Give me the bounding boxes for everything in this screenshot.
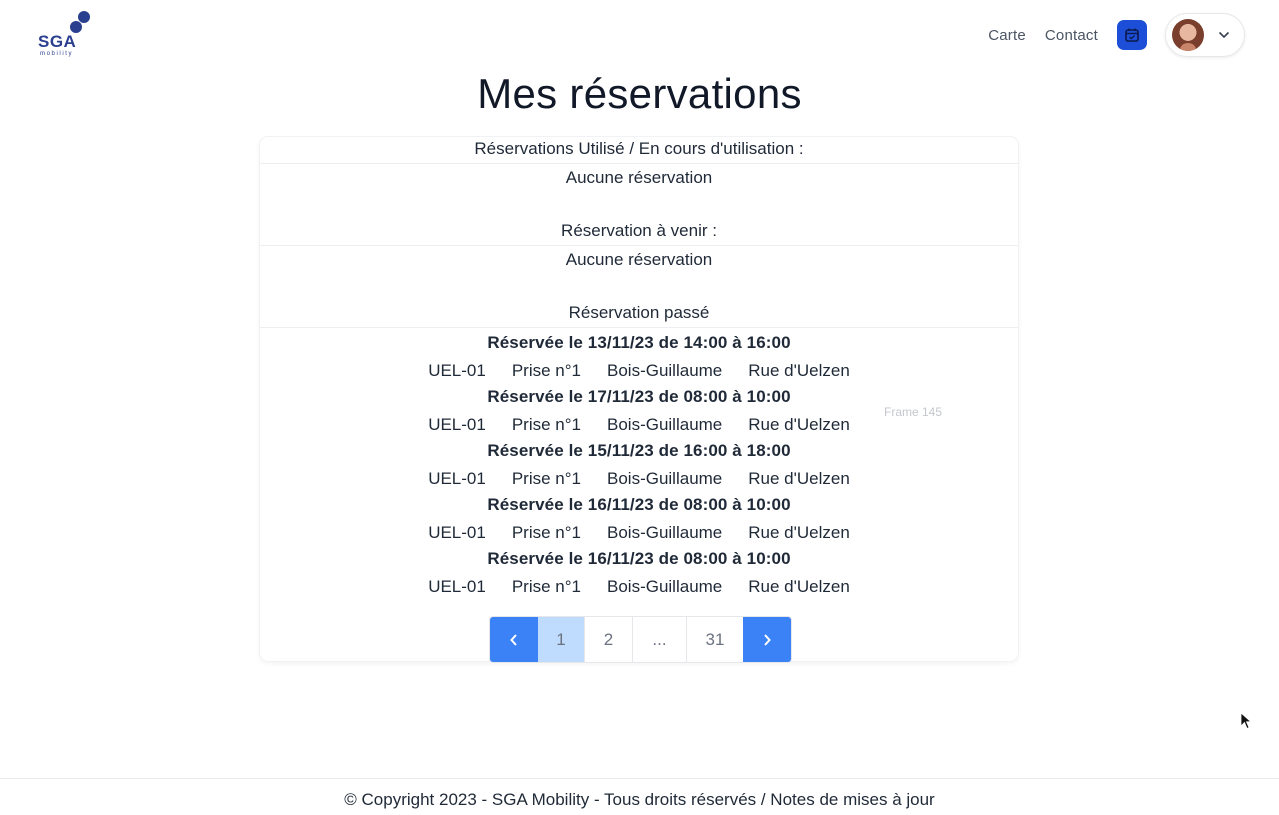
street: Rue d'Uelzen bbox=[748, 361, 850, 380]
street: Rue d'Uelzen bbox=[748, 577, 850, 596]
city: Bois-Guillaume bbox=[607, 577, 723, 596]
calendar-icon bbox=[1125, 28, 1139, 42]
avatar bbox=[1172, 19, 1204, 51]
logo-dots-icon bbox=[70, 11, 90, 33]
plug-number: Prise n°1 bbox=[511, 469, 581, 488]
section-heading-past: Réservation passé bbox=[568, 303, 710, 322]
city: Bois-Guillaume bbox=[607, 469, 723, 488]
sga-logo[interactable]: SGA mobility bbox=[38, 10, 94, 60]
station-code: UEL-01 bbox=[428, 523, 486, 542]
nav-link-carte[interactable]: Carte bbox=[988, 27, 1026, 44]
section-heading-in-use: Réservations Utilisé / En cours d'utilis… bbox=[474, 139, 804, 158]
plug-number: Prise n°1 bbox=[511, 415, 581, 434]
list-item[interactable]: Réservée le 15/11/23 de 16:00 à 18:00 UE… bbox=[260, 438, 1018, 492]
reservations-card: Réservations Utilisé / En cours d'utilis… bbox=[260, 137, 1018, 663]
pagination-page-1[interactable]: 1 bbox=[538, 617, 584, 662]
street: Rue d'Uelzen bbox=[748, 469, 850, 488]
street: Rue d'Uelzen bbox=[748, 523, 850, 542]
station-code: UEL-01 bbox=[428, 415, 486, 434]
reservation-info: UEL-01 Prise n°1 Bois-Guillaume Rue d'Ue… bbox=[260, 519, 1018, 546]
divider bbox=[260, 163, 1018, 164]
pagination: 1 2 ... 31 bbox=[489, 616, 792, 663]
plug-number: Prise n°1 bbox=[511, 361, 581, 380]
mouse-cursor-icon bbox=[1240, 712, 1252, 730]
footer-text: © Copyright 2023 - SGA Mobility - Tous d… bbox=[344, 790, 935, 809]
user-menu-button[interactable] bbox=[1165, 13, 1245, 57]
chevron-left-icon bbox=[510, 633, 517, 646]
page-title: Mes réservations bbox=[477, 70, 802, 117]
divider bbox=[260, 245, 1018, 246]
logo-text: SGA bbox=[38, 32, 77, 51]
list-item[interactable]: Réservée le 13/11/23 de 14:00 à 16:00 UE… bbox=[260, 330, 1018, 384]
footer-divider bbox=[0, 778, 1279, 779]
pagination-page-31[interactable]: 31 bbox=[686, 617, 743, 662]
station-code: UEL-01 bbox=[428, 361, 486, 380]
list-item[interactable]: Réservée le 16/11/23 de 08:00 à 10:00 UE… bbox=[260, 546, 1018, 600]
logo-subtext: mobility bbox=[40, 51, 74, 57]
plug-number: Prise n°1 bbox=[511, 523, 581, 542]
reservation-date: Réservée le 13/11/23 de 14:00 à 16:00 bbox=[487, 333, 791, 352]
list-item[interactable]: Réservée le 16/11/23 de 08:00 à 10:00 UE… bbox=[260, 492, 1018, 546]
chevron-right-icon bbox=[764, 633, 771, 646]
empty-in-use: Aucune réservation bbox=[565, 168, 713, 187]
station-code: UEL-01 bbox=[428, 577, 486, 596]
city: Bois-Guillaume bbox=[607, 415, 723, 434]
station-code: UEL-01 bbox=[428, 469, 486, 488]
pagination-page-2[interactable]: 2 bbox=[584, 617, 632, 662]
reservation-info: UEL-01 Prise n°1 Bois-Guillaume Rue d'Ue… bbox=[260, 357, 1018, 384]
reservation-info: UEL-01 Prise n°1 Bois-Guillaume Rue d'Ue… bbox=[260, 465, 1018, 492]
reservation-date: Réservée le 16/11/23 de 08:00 à 10:00 bbox=[487, 495, 791, 514]
top-nav: Carte Contact bbox=[988, 12, 1245, 58]
pagination-prev-button[interactable] bbox=[490, 617, 538, 662]
divider bbox=[260, 327, 1018, 328]
street: Rue d'Uelzen bbox=[748, 415, 850, 434]
reservation-info: UEL-01 Prise n°1 Bois-Guillaume Rue d'Ue… bbox=[260, 573, 1018, 600]
empty-upcoming: Aucune réservation bbox=[565, 250, 713, 269]
nav-link-contact[interactable]: Contact bbox=[1045, 27, 1098, 44]
past-reservations-list: Réservée le 13/11/23 de 14:00 à 16:00 UE… bbox=[260, 330, 1018, 600]
section-heading-upcoming: Réservation à venir : bbox=[561, 221, 717, 240]
city: Bois-Guillaume bbox=[607, 361, 723, 380]
city: Bois-Guillaume bbox=[607, 523, 723, 542]
pagination-next-button[interactable] bbox=[743, 617, 791, 662]
reservation-date: Réservée le 15/11/23 de 16:00 à 18:00 bbox=[487, 441, 791, 460]
reservations-calendar-button[interactable] bbox=[1117, 20, 1147, 50]
plug-number: Prise n°1 bbox=[511, 577, 581, 596]
chevron-down-icon bbox=[1218, 31, 1230, 39]
frame-label: Frame 145 bbox=[884, 405, 943, 419]
reservation-date: Réservée le 16/11/23 de 08:00 à 10:00 bbox=[487, 549, 791, 568]
page: SGA mobility Carte Contact Mes réservati… bbox=[0, 0, 1279, 815]
pagination-ellipsis: ... bbox=[632, 617, 686, 662]
